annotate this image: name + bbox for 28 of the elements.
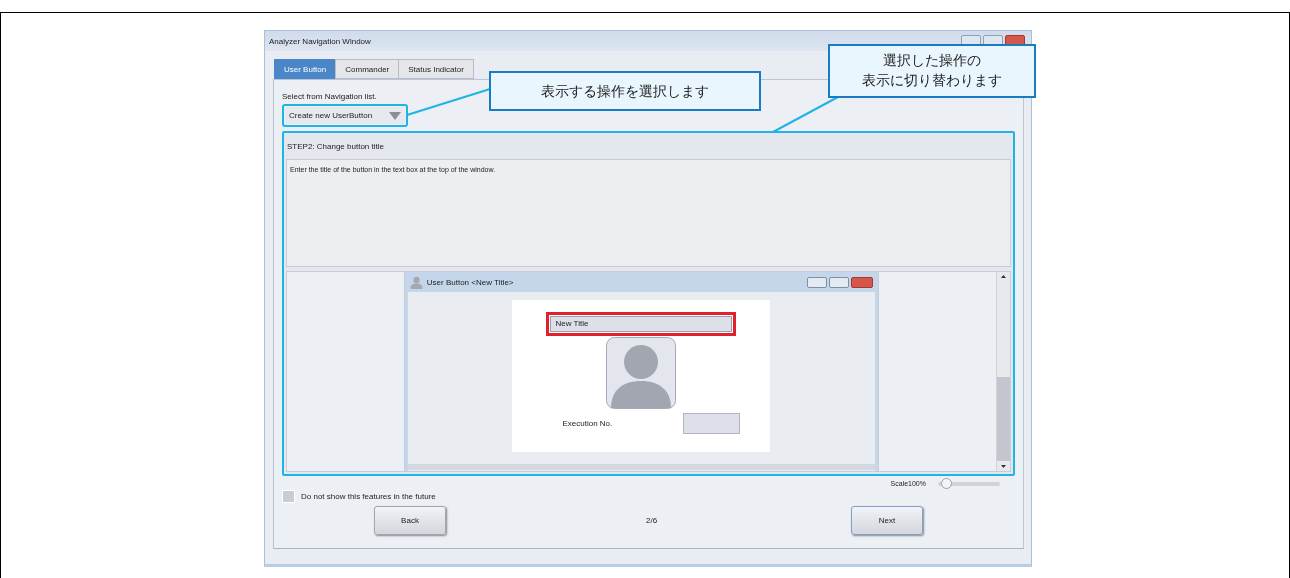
callout-text: 表示する操作を選択します <box>541 82 709 101</box>
close-button[interactable] <box>851 276 874 288</box>
back-button[interactable]: Back <box>374 506 446 535</box>
step-title: STEP2: Change button title <box>287 141 384 151</box>
preview-window-title: User Button <New Title> <box>426 277 514 287</box>
scale-slider[interactable] <box>938 481 1000 486</box>
caret-icon <box>389 111 401 120</box>
minimize-button[interactable] <box>807 276 828 288</box>
avatar-icon <box>606 337 677 409</box>
tab[interactable]: User Button <box>274 59 337 79</box>
checkbox-label: Do not show this features in the future <box>301 492 436 501</box>
callout-text: 表示に切り替わります <box>862 70 1002 90</box>
slider-thumb[interactable] <box>940 477 952 489</box>
execution-label: Execution No. <box>562 419 613 428</box>
user-icon <box>409 275 423 289</box>
navigation-dropdown[interactable]: Create new UserButton <box>285 107 405 124</box>
checkbox[interactable] <box>282 490 295 503</box>
maximize-button[interactable] <box>829 276 850 288</box>
window-title: Analyzer Navigation Window <box>269 36 371 46</box>
title-input-field[interactable]: New Title <box>550 316 733 332</box>
page-indicator: 2/6 <box>646 516 658 525</box>
scroll-thumb[interactable] <box>997 377 1010 461</box>
next-button[interactable]: Next <box>851 506 923 535</box>
tab[interactable]: Commander <box>335 59 400 79</box>
scrollbar[interactable] <box>996 272 1010 471</box>
tab[interactable]: Status Indicator <box>398 59 474 79</box>
callout-text: 選択した操作の <box>883 51 981 70</box>
execution-field[interactable] <box>683 413 741 434</box>
